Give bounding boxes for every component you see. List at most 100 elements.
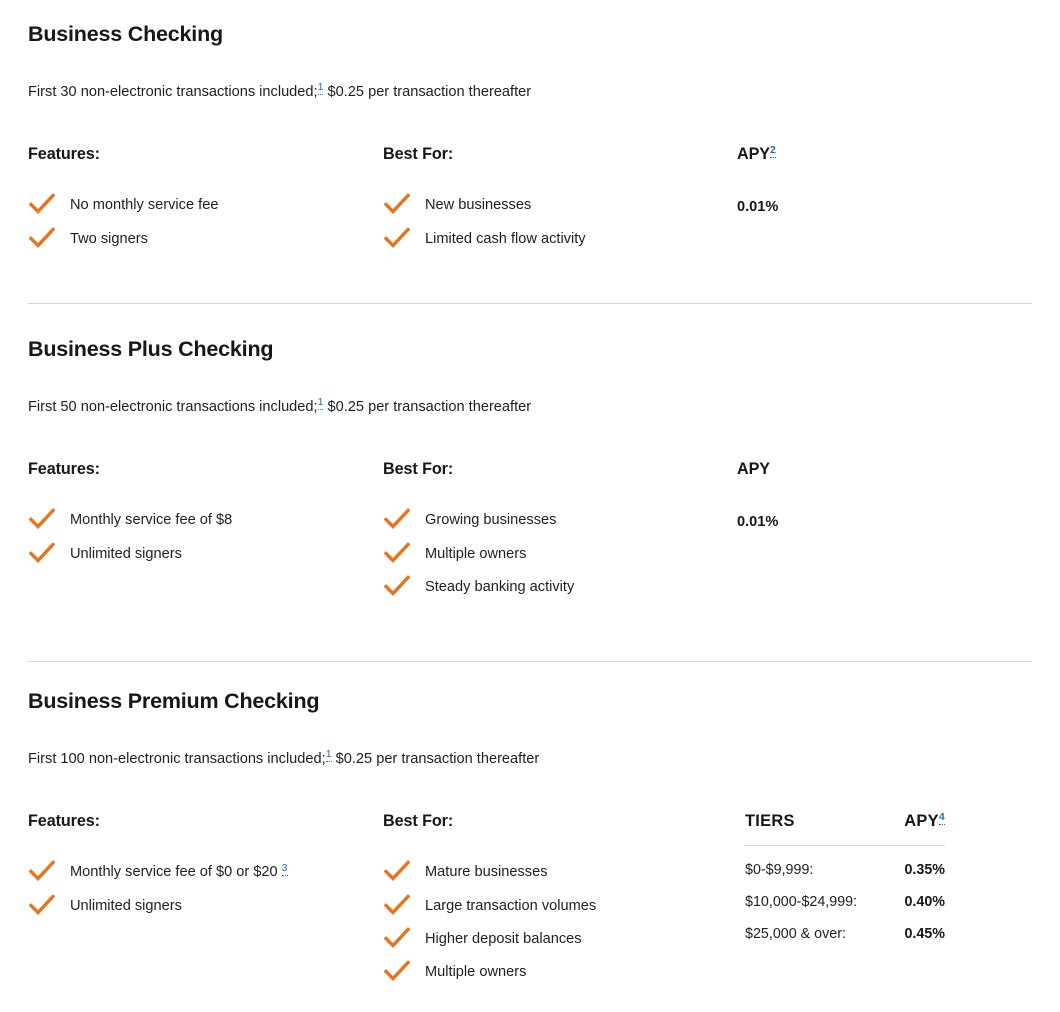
list-item: Multiple owners — [383, 541, 733, 563]
list-item-label: Large transaction volumes — [425, 897, 597, 914]
transaction-note-prefix: First 100 non-electronic transactions in… — [28, 751, 326, 767]
check-icon — [384, 860, 410, 882]
tier-range: $10,000-$24,999: — [745, 894, 858, 910]
check-icon — [384, 927, 410, 948]
column-apy: APY 0.01% — [737, 460, 977, 530]
list-item: Monthly service fee of $0 or $20 3 — [28, 860, 378, 882]
column-tiers: TIERS APY4 $0-$9,999: 0.35% $10,000-$24,… — [745, 810, 985, 942]
check-icon — [29, 860, 55, 882]
tier-apy-value: 0.40% — [904, 894, 945, 910]
list-item: Limited cash flow activity — [383, 226, 733, 248]
list-item: Steady banking activity — [383, 575, 733, 596]
column-apy: APY2 0.01% — [737, 143, 977, 216]
column-best-for: Best For: Growing businesses Multiple ow… — [383, 460, 733, 596]
list-item: Monthly service fee of $8 — [28, 508, 378, 530]
check-icon — [384, 541, 410, 563]
list-item-label: Growing businesses — [425, 512, 557, 529]
apy-heading: APY2 — [737, 143, 977, 164]
section-divider — [28, 303, 1032, 304]
list-item: Two signers — [28, 226, 378, 248]
transaction-note-suffix: $0.25 per transaction thereafter — [327, 399, 532, 415]
list-item-label: Multiple owners — [425, 964, 527, 981]
transaction-note-suffix: $0.25 per transaction thereafter — [327, 84, 532, 100]
column-best-for: Best For: New businesses Limited cash fl… — [383, 145, 733, 248]
list-item-label: Monthly service fee of $0 or $20 — [70, 864, 278, 881]
best-for-list: New businesses Limited cash flow activit… — [383, 193, 733, 248]
section-divider — [28, 661, 1032, 662]
tiers-apy-table: TIERS APY4 $0-$9,999: 0.35% $10,000-$24,… — [745, 810, 945, 942]
columns-business-premium-checking: Features: Monthly service fee of $0 or $… — [28, 810, 1032, 1012]
check-icon — [29, 893, 55, 915]
apy-column-header-label: APY — [904, 812, 939, 830]
footnote-marker-2[interactable]: 2 — [769, 143, 776, 158]
apy-value: 0.01% — [737, 514, 779, 531]
list-item-label: Multiple owners — [425, 545, 527, 562]
footnote-marker-3[interactable]: 3 — [281, 861, 288, 876]
table-row: $10,000-$24,999: 0.40% — [745, 878, 945, 910]
tiers-column-header: TIERS — [745, 812, 892, 846]
footnote-marker-1[interactable]: 1 — [317, 396, 324, 411]
check-icon — [384, 508, 410, 530]
check-icon — [29, 541, 55, 563]
column-features: Features: Monthly service fee of $8 Unli… — [28, 460, 378, 563]
page-title: Business Plus Checking — [28, 337, 274, 361]
features-heading: Features: — [28, 812, 100, 830]
transaction-note-prefix: First 50 non-electronic transactions inc… — [28, 399, 318, 415]
columns-business-checking: Features: No monthly service fee Two sig… — [28, 143, 1032, 265]
list-item-label: Higher deposit balances — [425, 930, 582, 947]
features-list: Monthly service fee of $0 or $20 3 Unlimi… — [28, 860, 378, 915]
check-icon — [384, 960, 410, 982]
apy-heading-label: APY — [737, 145, 770, 163]
tier-apy-value: 0.35% — [904, 862, 945, 878]
list-item: Unlimited signers — [28, 893, 378, 915]
check-icon — [384, 893, 410, 915]
list-item: Higher deposit balances — [383, 927, 733, 948]
columns-business-plus-checking: Features: Monthly service fee of $8 Unli… — [28, 460, 1032, 620]
list-item: Large transaction volumes — [383, 893, 733, 915]
list-item-label: No monthly service fee — [70, 197, 219, 214]
features-heading: Features: — [28, 145, 100, 163]
apy-heading-label: APY — [737, 460, 770, 478]
list-item: Multiple owners — [383, 960, 733, 982]
page-title: Business Premium Checking — [28, 689, 320, 713]
apy-value: 0.01% — [737, 199, 779, 216]
apy-heading: APY — [737, 460, 977, 479]
features-list: No monthly service fee Two signers — [28, 193, 378, 248]
list-item: Unlimited signers — [28, 541, 378, 563]
table-header-row: TIERS APY4 — [745, 810, 945, 846]
check-icon — [384, 193, 410, 215]
best-for-list: Growing businesses Multiple owners Stead… — [383, 508, 733, 596]
business-checking-comparison-page: Business Checking First 30 non-electroni… — [0, 0, 1060, 1011]
best-for-heading: Best For: — [383, 460, 454, 478]
table-row: $0-$9,999: 0.35% — [745, 846, 945, 878]
list-item-label: Mature businesses — [425, 864, 548, 881]
list-item-label: Limited cash flow activity — [425, 230, 586, 247]
transaction-note-suffix: $0.25 per transaction thereafter — [335, 751, 540, 767]
list-item: Mature businesses — [383, 860, 733, 882]
transaction-note-prefix: First 30 non-electronic transactions inc… — [28, 84, 318, 100]
tier-range: $0-$9,999: — [745, 862, 814, 878]
best-for-heading: Best For: — [383, 812, 454, 830]
list-item: No monthly service fee — [28, 193, 378, 215]
footnote-marker-1[interactable]: 1 — [325, 748, 332, 763]
list-item-label: New businesses — [425, 197, 532, 214]
footnote-marker-4[interactable]: 4 — [938, 810, 945, 825]
table-row: $25,000 & over: 0.45% — [745, 910, 945, 942]
check-icon — [29, 193, 55, 215]
check-icon — [29, 226, 55, 248]
features-list: Monthly service fee of $8 Unlimited sign… — [28, 508, 378, 563]
check-icon — [29, 508, 55, 530]
check-icon — [384, 575, 410, 596]
list-item-label: Unlimited signers — [70, 545, 182, 562]
list-item-label: Unlimited signers — [70, 897, 182, 914]
column-features: Features: Monthly service fee of $0 or $… — [28, 812, 378, 915]
list-item-label: Monthly service fee of $8 — [70, 512, 233, 529]
transaction-note: First 100 non-electronic transactions in… — [28, 748, 540, 770]
footnote-marker-1[interactable]: 1 — [317, 81, 324, 96]
check-icon — [384, 226, 410, 248]
column-best-for: Best For: Mature businesses Large transa… — [383, 812, 733, 982]
list-item-label: Two signers — [70, 230, 148, 247]
best-for-list: Mature businesses Large transaction volu… — [383, 860, 733, 982]
transaction-note: First 50 non-electronic transactions inc… — [28, 396, 532, 418]
tier-range: $25,000 & over: — [745, 926, 846, 942]
